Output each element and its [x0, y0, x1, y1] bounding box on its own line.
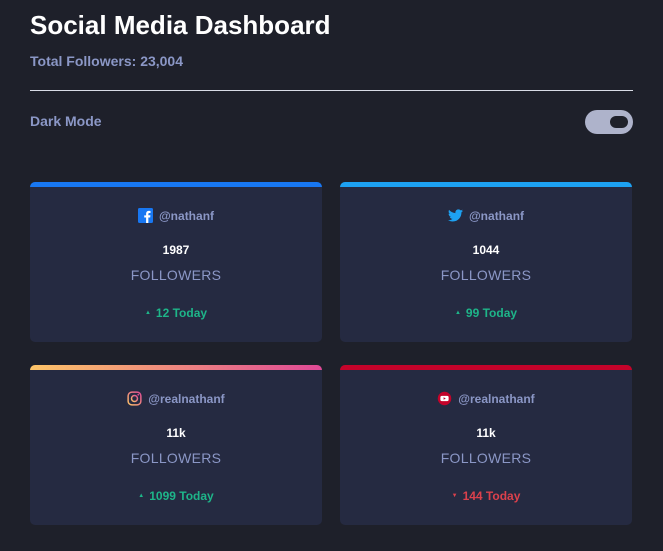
instagram-icon: [127, 391, 142, 406]
today-delta: ▲ 1099 Today: [30, 489, 322, 503]
arrow-down-icon: ▼: [451, 493, 458, 499]
delta-text: 99 Today: [465, 306, 518, 320]
follower-count: 1987: [162, 243, 190, 257]
delta-text: 144 Today: [462, 489, 521, 503]
arrow-up-icon: ▲: [138, 493, 145, 499]
divider: [30, 90, 633, 91]
follower-count: 11k: [476, 426, 496, 440]
today-delta: ▲ 99 Today: [340, 306, 632, 320]
follower-unit: FOLLOWERS: [130, 267, 222, 283]
today-delta: ▼ 144 Today: [340, 489, 632, 503]
arrow-up-icon: ▲: [454, 310, 461, 316]
follower-unit: FOLLOWERS: [130, 450, 222, 466]
card-facebook[interactable]: @nathanf 1987 FOLLOWERS ▲ 12 Today: [30, 182, 322, 342]
toggle-knob: [610, 116, 628, 128]
card-handle: @realnathanf: [148, 391, 225, 406]
page-title: Social Media Dashboard: [30, 10, 331, 40]
card-accent-bar: [340, 365, 632, 370]
card-accent-bar: [340, 182, 632, 187]
follower-unit: FOLLOWERS: [440, 267, 532, 283]
card-handle: @nathanf: [158, 208, 215, 223]
card-accent-bar: [30, 365, 322, 370]
total-followers: Total Followers: 23,004: [30, 53, 184, 69]
follower-unit: FOLLOWERS: [440, 450, 532, 466]
facebook-icon: [137, 208, 153, 223]
twitter-icon: [447, 208, 463, 223]
delta-text: 1099 Today: [149, 489, 214, 503]
card-handle: @realnathanf: [458, 391, 535, 406]
card-twitter[interactable]: @nathanf 1044 FOLLOWERS ▲ 99 Today: [340, 182, 632, 342]
card-instagram[interactable]: @realnathanf 11k FOLLOWERS ▲ 1099 Today: [30, 365, 322, 525]
follower-count: 11k: [166, 426, 186, 440]
follower-count: 1044: [472, 243, 500, 257]
dark-mode-label: Dark Mode: [30, 113, 102, 129]
today-delta: ▲ 12 Today: [30, 306, 322, 320]
card-youtube[interactable]: @realnathanf 11k FOLLOWERS ▼ 144 Today: [340, 365, 632, 525]
delta-text: 12 Today: [155, 306, 208, 320]
youtube-icon: [437, 391, 452, 406]
card-handle: @nathanf: [468, 208, 525, 223]
card-accent-bar: [30, 182, 322, 187]
dark-mode-toggle[interactable]: [585, 110, 633, 134]
arrow-up-icon: ▲: [144, 310, 151, 316]
